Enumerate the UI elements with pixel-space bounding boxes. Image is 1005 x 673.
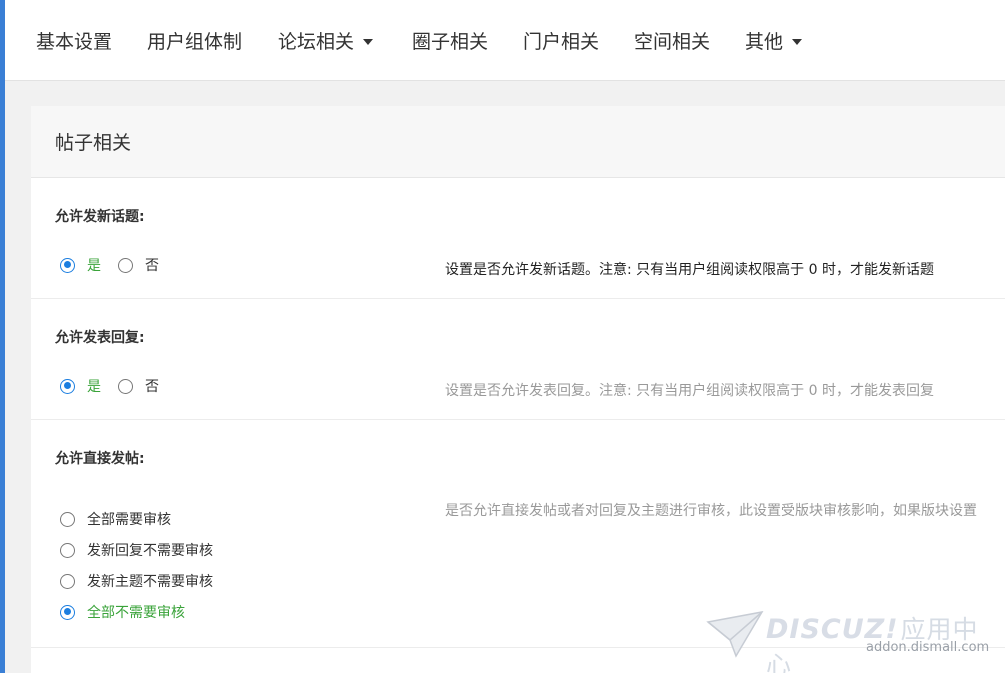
radio-unchecked-icon[interactable] [60, 542, 75, 558]
panel-title: 帖子相关 [31, 106, 1005, 178]
radio-unchecked-icon[interactable] [60, 511, 75, 527]
radio-checked-icon[interactable] [60, 604, 75, 620]
radio-checked-icon[interactable] [60, 378, 75, 394]
radio-option-none-need-review[interactable]: 全部不需要审核 [60, 602, 185, 622]
setting-description: 设置是否允许发新话题。注意: 只有当用户组阅读权限高于 0 时，才能发新话题 [445, 262, 934, 278]
nav-item-user-group-system[interactable]: 用户组体制 [147, 0, 242, 81]
radio-option-all-need-review[interactable]: 全部需要审核 [60, 509, 171, 529]
caret-down-icon [792, 38, 803, 45]
setting-title: 允许直接发帖: [55, 451, 145, 467]
setting-title: 允许发新话题: [55, 209, 145, 225]
radio-option-yes[interactable]: 是 [60, 376, 101, 396]
setting-row-allow-reply: 允许发表回复: 是 否 设置是否允许发表回复。注意: 只有当用户组阅读权限高于 … [31, 299, 1005, 420]
radio-option-thread-no-review[interactable]: 发新主题不需要审核 [60, 571, 213, 591]
settings-panel: 帖子相关 允许发新话题: 是 否 设置是否允许发新话题。注意: 只有当用户组阅读… [31, 106, 1005, 673]
nav-item-portal[interactable]: 门户相关 [523, 0, 599, 81]
nav-item-space[interactable]: 空间相关 [634, 0, 710, 81]
radio-option-yes[interactable]: 是 [60, 255, 101, 275]
radio-option-no[interactable]: 否 [118, 376, 159, 396]
top-navigation: 基本设置 用户组体制 论坛相关 圈子相关 门户相关 空间相关 其他 [5, 0, 1005, 81]
setting-title: 允许发表回复: [55, 330, 145, 346]
radio-option-no[interactable]: 否 [118, 255, 159, 275]
radio-unchecked-icon[interactable] [118, 378, 133, 394]
radio-unchecked-icon[interactable] [118, 257, 133, 273]
radio-option-reply-no-review[interactable]: 发新回复不需要审核 [60, 540, 213, 560]
nav-item-other[interactable]: 其他 [745, 0, 803, 81]
radio-checked-icon[interactable] [60, 257, 75, 273]
setting-description: 设置是否允许发表回复。注意: 只有当用户组阅读权限高于 0 时，才能发表回复 [445, 383, 934, 399]
radio-unchecked-icon[interactable] [60, 573, 75, 589]
nav-item-forum[interactable]: 论坛相关 [278, 0, 374, 81]
caret-down-icon [363, 38, 374, 45]
nav-item-basic-settings[interactable]: 基本设置 [36, 0, 112, 81]
nav-item-circle[interactable]: 圈子相关 [412, 0, 488, 81]
watermark-logo: DISCUZ!应用中心 addon.dismall.com [706, 606, 996, 673]
setting-description: 是否允许直接发帖或者对回复及主题进行审核，此设置受版块审核影响，如果版块设置 [445, 503, 977, 519]
setting-row-allow-new-thread: 允许发新话题: 是 否 设置是否允许发新话题。注意: 只有当用户组阅读权限高于 … [31, 178, 1005, 299]
watermark-url: addon.dismall.com [866, 640, 990, 655]
paper-plane-icon [706, 610, 764, 658]
left-accent-bar [0, 0, 5, 673]
